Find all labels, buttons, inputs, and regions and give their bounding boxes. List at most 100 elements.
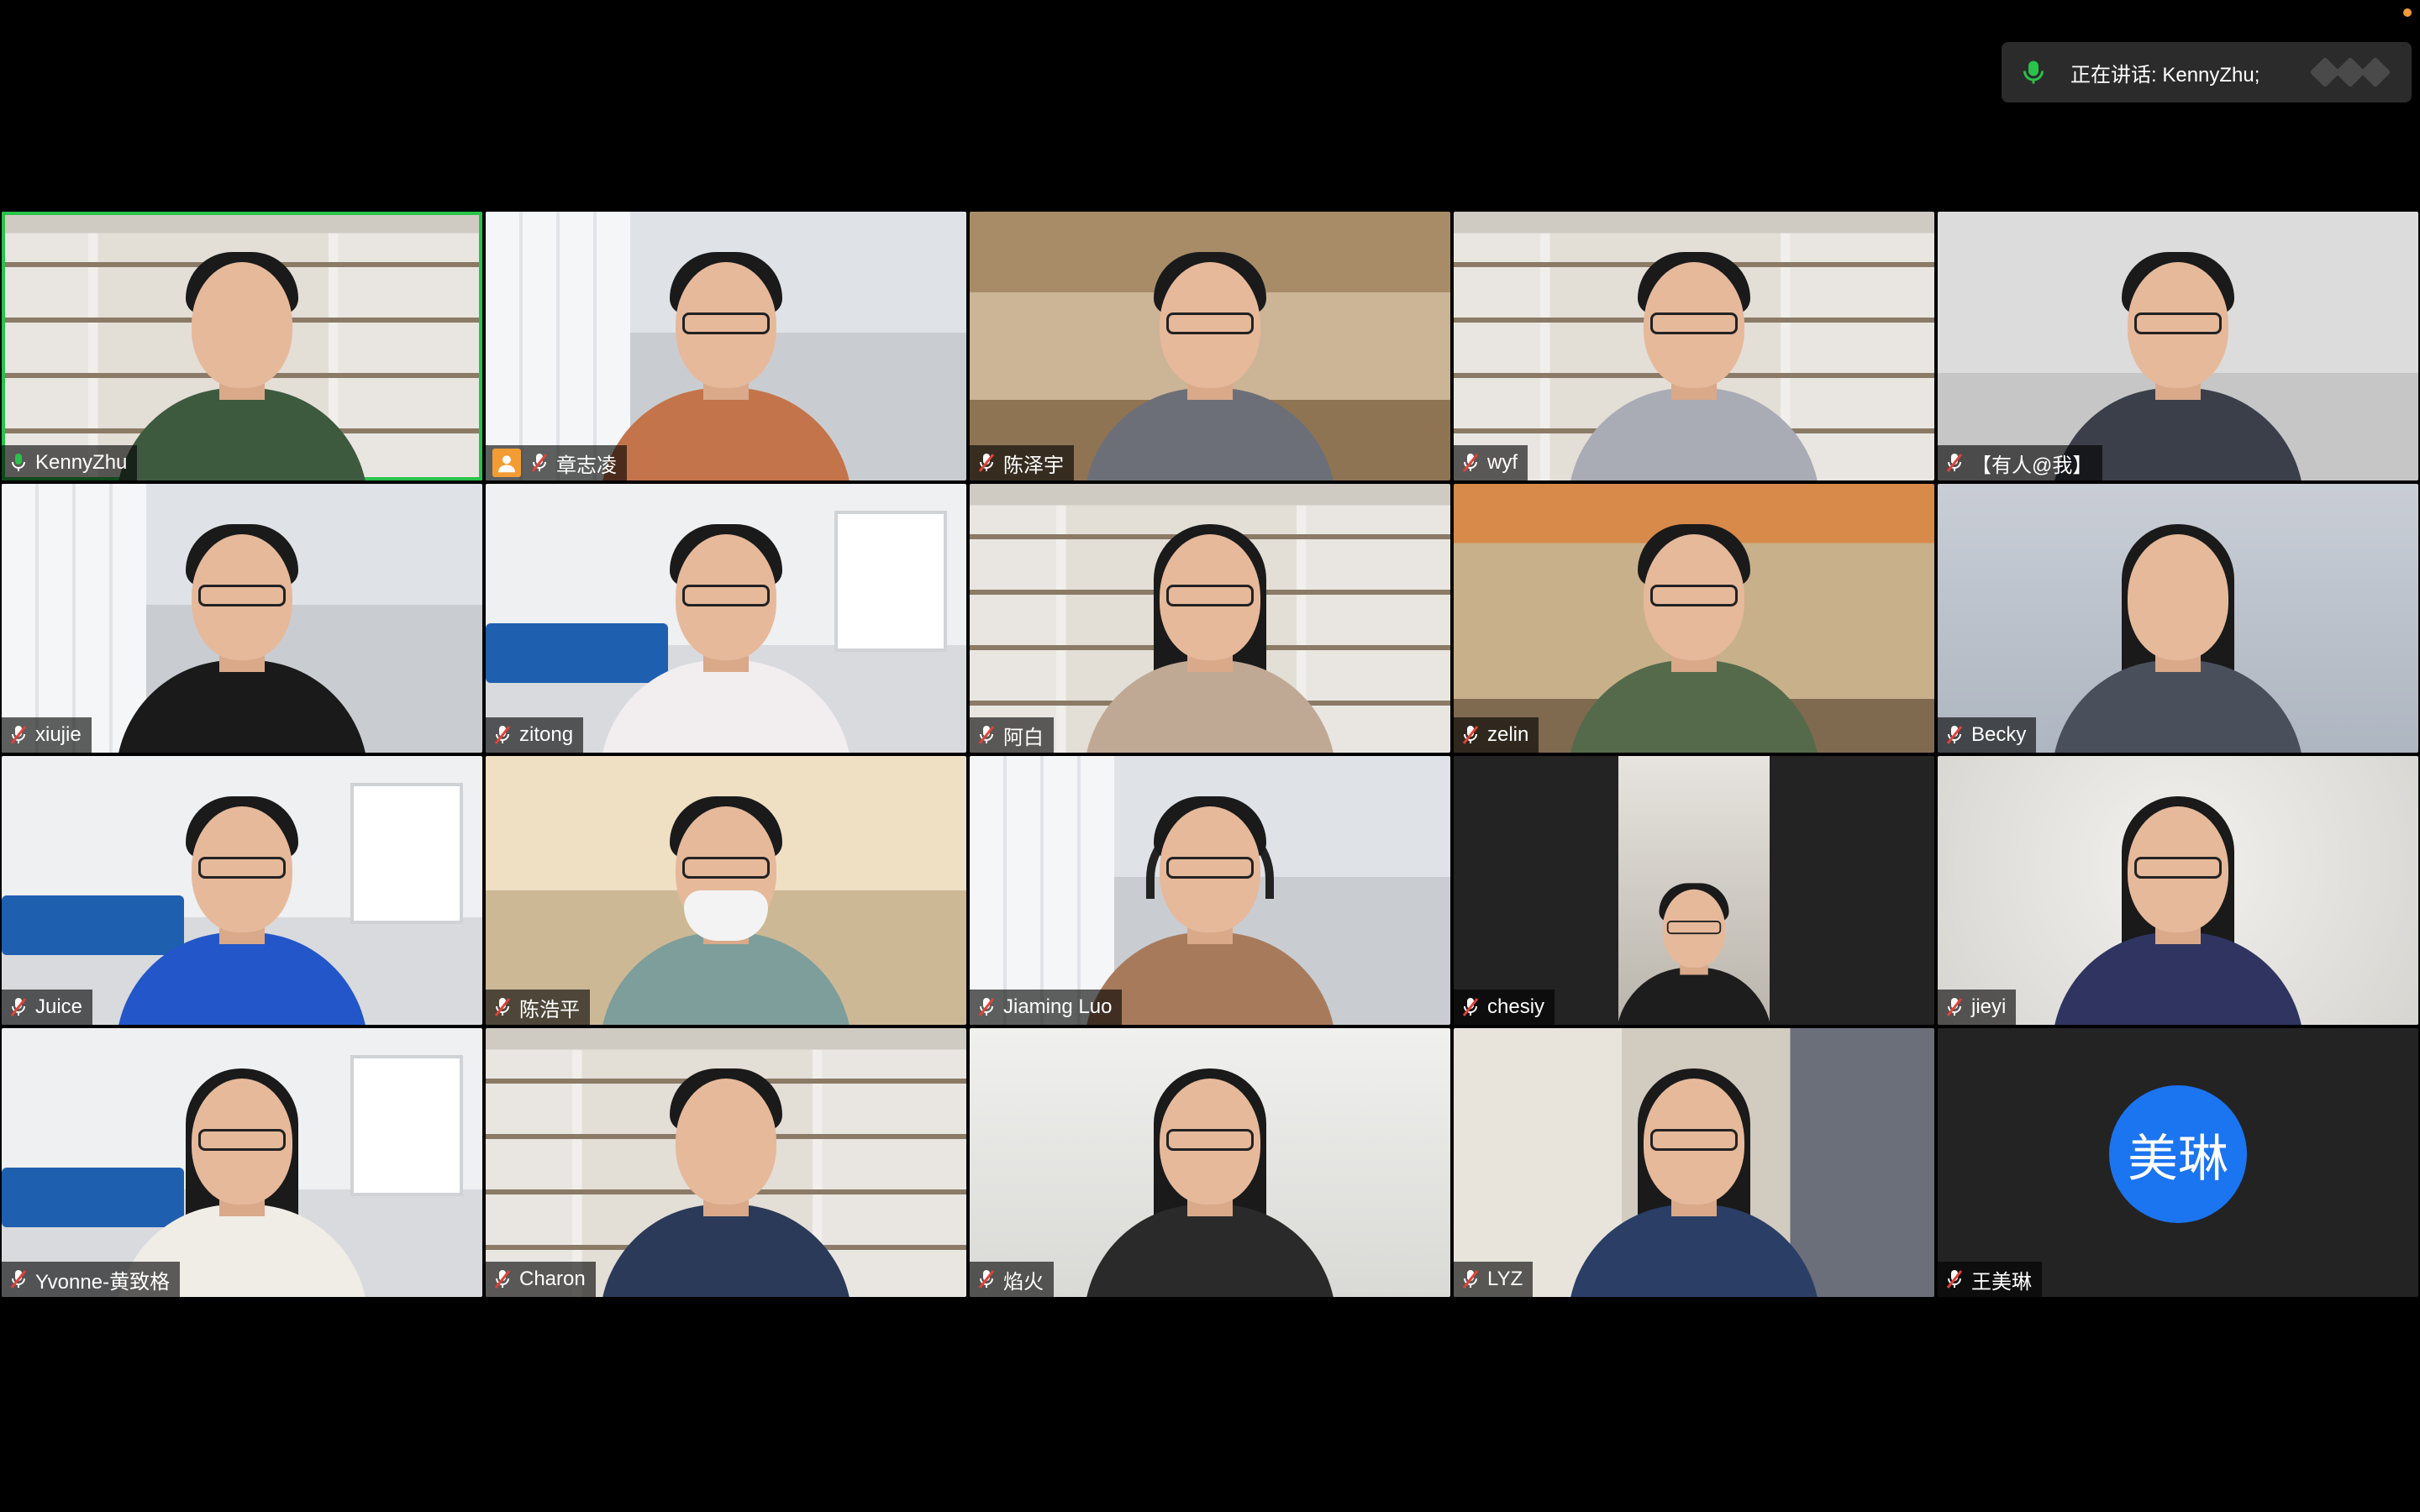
participant-name: xiujie xyxy=(35,723,82,746)
participant-video xyxy=(486,756,966,1025)
participant-name-tag: LYZ xyxy=(1454,1262,1534,1297)
participant-tile[interactable]: 陈泽宇 xyxy=(970,212,1450,480)
participant-avatar: 美琳 xyxy=(2109,1085,2247,1223)
participant-tile[interactable]: LYZ xyxy=(1454,1028,1934,1297)
participant-name: 陈泽宇 xyxy=(1003,454,1064,477)
participant-tile[interactable]: xiujie xyxy=(2,484,482,753)
participant-name-tag: xiujie xyxy=(2,717,92,753)
muted-mic-icon xyxy=(1462,1270,1479,1289)
participant-name-tag: KennyZhu xyxy=(2,445,138,480)
participant-tile[interactable]: 陈浩平 xyxy=(486,756,966,1025)
view-switch-icon[interactable] xyxy=(2309,55,2395,90)
participant-video xyxy=(486,1028,966,1297)
participant-tile[interactable]: zelin xyxy=(1454,484,1934,753)
participant-name: 章志凌 xyxy=(556,454,617,477)
muted-mic-icon xyxy=(978,998,995,1016)
participant-video xyxy=(1938,756,2418,1025)
participant-name-tag: Yvonne-黄致格 xyxy=(2,1262,181,1297)
participant-name-tag: 焰火 xyxy=(970,1262,1054,1297)
participant-name-tag: 陈泽宇 xyxy=(970,445,1074,480)
muted-mic-icon xyxy=(494,726,511,744)
participant-name-tag: 章志凌 xyxy=(486,445,627,480)
participant-name: Charon xyxy=(519,1268,586,1290)
muted-mic-icon xyxy=(1462,998,1479,1016)
participant-video xyxy=(970,484,1450,753)
participant-name-tag: 王美琳 xyxy=(1938,1262,2042,1297)
participant-name: 焰火 xyxy=(1003,1270,1044,1294)
participant-tile[interactable]: 章志凌 xyxy=(486,212,966,480)
participant-video xyxy=(1938,484,2418,753)
participant-video xyxy=(486,484,966,753)
muted-mic-icon xyxy=(1462,726,1479,744)
muted-mic-icon xyxy=(1946,1270,1963,1289)
participant-tile[interactable]: 阿白 xyxy=(970,484,1450,753)
participant-name: wyf xyxy=(1487,451,1518,474)
participant-tile[interactable]: 美琳王美琳 xyxy=(1938,1028,2418,1297)
participant-video xyxy=(1454,212,1934,480)
participant-video xyxy=(2,484,482,753)
muted-mic-icon xyxy=(1946,454,1963,472)
participant-tile[interactable]: Yvonne-黄致格 xyxy=(2,1028,482,1297)
participant-video xyxy=(1454,484,1934,753)
participant-video xyxy=(2,1028,482,1297)
active-speaker-indicator[interactable]: 正在讲话: KennyZhu; xyxy=(2002,42,2412,102)
participant-tile[interactable]: 焰火 xyxy=(970,1028,1450,1297)
video-conference-window: 正在讲话: KennyZhu; KennyZhu 章志凌 陈泽宇 wyf 【有人@我】 x… xyxy=(0,0,2420,1512)
microphone-icon xyxy=(12,454,25,471)
participant-name: zelin xyxy=(1487,723,1529,746)
participant-video xyxy=(2,756,482,1025)
participant-name: chesiy xyxy=(1487,995,1545,1018)
participant-tile[interactable]: Becky xyxy=(1938,484,2418,753)
participant-tile[interactable]: chesiy xyxy=(1454,756,1934,1025)
user-icon xyxy=(492,449,521,477)
participant-video xyxy=(970,212,1450,480)
participant-name-tag: Becky xyxy=(1938,717,2037,753)
participant-name: KennyZhu xyxy=(35,451,128,474)
participant-name-tag: Juice xyxy=(2,990,93,1025)
muted-mic-icon xyxy=(1946,998,1963,1016)
muted-mic-icon xyxy=(10,726,27,744)
microphone-icon xyxy=(2023,60,2044,84)
muted-mic-icon xyxy=(494,1270,511,1289)
participant-name: 阿白 xyxy=(1003,726,1044,749)
participant-name-tag: 阿白 xyxy=(970,717,1054,753)
muted-mic-icon xyxy=(978,1270,995,1289)
participant-name-tag: jieyi xyxy=(1938,990,2017,1025)
participant-name-tag: zelin xyxy=(1454,717,1539,753)
participant-video xyxy=(486,212,966,480)
participant-name-tag: Charon xyxy=(486,1262,596,1297)
face-mask xyxy=(684,890,768,941)
muted-mic-icon xyxy=(1462,454,1479,472)
participant-name-tag: 陈浩平 xyxy=(486,990,590,1025)
muted-mic-icon xyxy=(531,454,548,472)
participant-name: 【有人@我】 xyxy=(1971,454,2093,477)
participant-name-tag: 【有人@我】 xyxy=(1938,445,2103,480)
participant-grid: KennyZhu 章志凌 陈泽宇 wyf 【有人@我】 xiujie zitong 阿白 zel… xyxy=(0,212,2420,1300)
recording-indicator-dot xyxy=(2403,8,2412,17)
participant-name: Yvonne-黄致格 xyxy=(35,1270,171,1294)
participant-tile[interactable]: Charon xyxy=(486,1028,966,1297)
participant-tile[interactable]: KennyZhu xyxy=(2,212,482,480)
participant-name-tag: wyf xyxy=(1454,445,1528,480)
muted-mic-icon xyxy=(10,998,27,1016)
participant-video xyxy=(970,756,1450,1025)
participant-name: 陈浩平 xyxy=(519,998,580,1021)
participant-name-tag: Jiaming Luo xyxy=(970,990,1123,1025)
participant-name: Juice xyxy=(35,995,83,1018)
participant-tile[interactable]: jieyi xyxy=(1938,756,2418,1025)
participant-video xyxy=(1454,1028,1934,1297)
participant-tile[interactable]: Juice xyxy=(2,756,482,1025)
participant-name: Jiaming Luo xyxy=(1003,995,1113,1018)
participant-video xyxy=(1616,858,1772,1025)
participant-name-tag: zitong xyxy=(486,717,584,753)
participant-tile[interactable]: Jiaming Luo xyxy=(970,756,1450,1025)
participant-name-tag: chesiy xyxy=(1454,990,1555,1025)
muted-mic-icon xyxy=(494,998,511,1016)
active-speaker-label: 正在讲话: KennyZhu; xyxy=(2070,63,2260,87)
participant-name: 王美琳 xyxy=(1971,1270,2032,1294)
muted-mic-icon xyxy=(1946,726,1963,744)
participant-tile[interactable]: wyf xyxy=(1454,212,1934,480)
participant-tile[interactable]: zitong xyxy=(486,484,966,753)
muted-mic-icon xyxy=(978,454,995,472)
participant-tile[interactable]: 【有人@我】 xyxy=(1938,212,2418,480)
